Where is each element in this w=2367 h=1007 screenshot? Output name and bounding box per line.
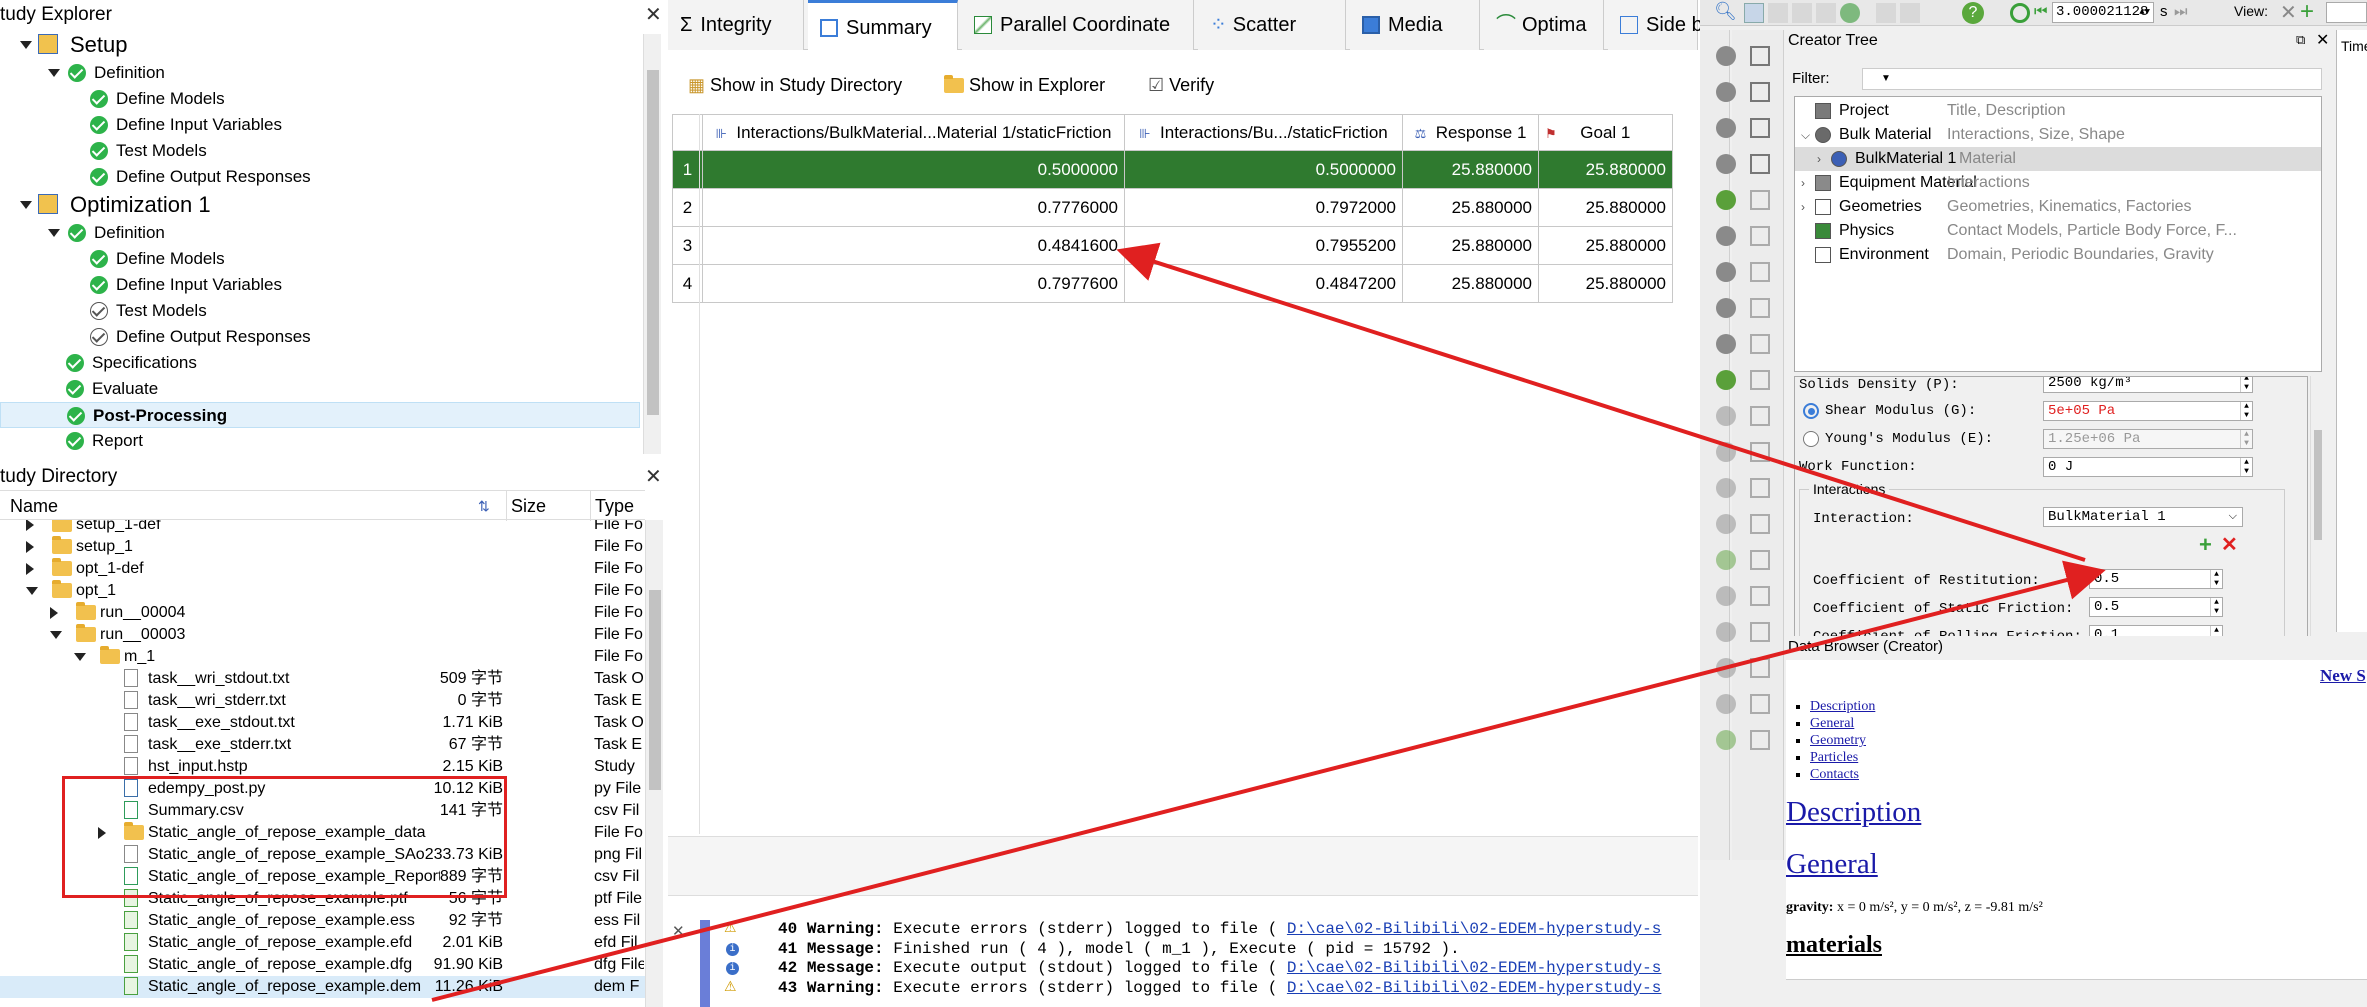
arrow-to-friction [431,560,2106,1002]
arrow-to-table [1116,242,2086,562]
annotation-arrows [431,242,2106,1002]
